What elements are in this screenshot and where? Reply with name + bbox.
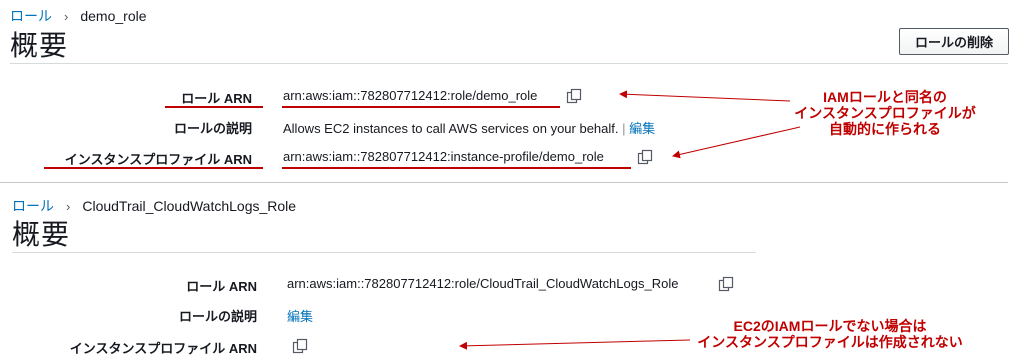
breadcrumb-current: CloudTrail_CloudWatchLogs_Role (82, 198, 297, 214)
edit-description-link[interactable]: 編集 (287, 306, 313, 325)
annotation-auto-created: IAMロールと同名の インスタンスプロファイルが 自動的に作られる (790, 89, 980, 137)
divider (10, 63, 1008, 64)
edit-description-link[interactable]: 編集 (629, 121, 655, 136)
role-description-label: ロールの説明 (173, 121, 252, 136)
breadcrumb-separator: › (64, 8, 69, 24)
breadcrumb-separator: › (66, 198, 71, 214)
delete-role-button[interactable]: ロールの削除 (899, 28, 1009, 55)
instance-profile-label-underline (44, 167, 263, 169)
role-arn-value: arn:aws:iam::782807712412:role/demo_role (283, 88, 538, 103)
annotation-line: IAMロールと同名の (823, 89, 947, 105)
instance-profile-arn-label: インスタンスプロファイル ARN (64, 152, 252, 167)
divider (12, 252, 756, 253)
section-divider (0, 182, 1008, 183)
annotation-line: 自動的に作られる (829, 121, 941, 137)
role-description-value: Allows EC2 instances to call AWS service… (283, 121, 619, 136)
copy-icon[interactable] (292, 338, 308, 354)
role-arn-label: ロール ARN (181, 91, 252, 106)
page-title: 概要 (10, 29, 69, 62)
role-arn-value-underline (282, 106, 560, 108)
breadcrumb-roles-link[interactable]: ロール (10, 6, 52, 26)
copy-icon[interactable] (718, 276, 734, 292)
breadcrumb-current: demo_role (80, 8, 147, 24)
role-arn-value: arn:aws:iam::782807712412:role/CloudTrai… (287, 276, 679, 291)
page-title: 概要 (12, 218, 71, 251)
role-arn-label-underline (165, 106, 263, 108)
copy-icon[interactable] (566, 88, 582, 104)
copy-icon[interactable] (637, 149, 653, 165)
annotation-line: EC2のIAMロールでない場合は (733, 318, 927, 334)
instance-profile-arn-value: arn:aws:iam::782807712412:instance-profi… (283, 149, 604, 164)
annotation-line: インスタンスプロファイルが (794, 105, 976, 121)
role-description-label: ロールの説明 (178, 309, 257, 324)
annotation-line: インスタンスプロファイルは作成されない (697, 334, 963, 350)
instance-profile-value-underline (282, 167, 631, 169)
description-separator: | (622, 121, 626, 136)
role-arn-label: ロール ARN (186, 279, 257, 294)
role-description: Allows EC2 instances to call AWS service… (283, 118, 655, 137)
instance-profile-arn-label: インスタンスプロファイル ARN (69, 341, 257, 356)
annotation-not-created: EC2のIAMロールでない場合は インスタンスプロファイルは作成されない (690, 318, 970, 350)
breadcrumb: ロール › demo_role (10, 6, 147, 26)
